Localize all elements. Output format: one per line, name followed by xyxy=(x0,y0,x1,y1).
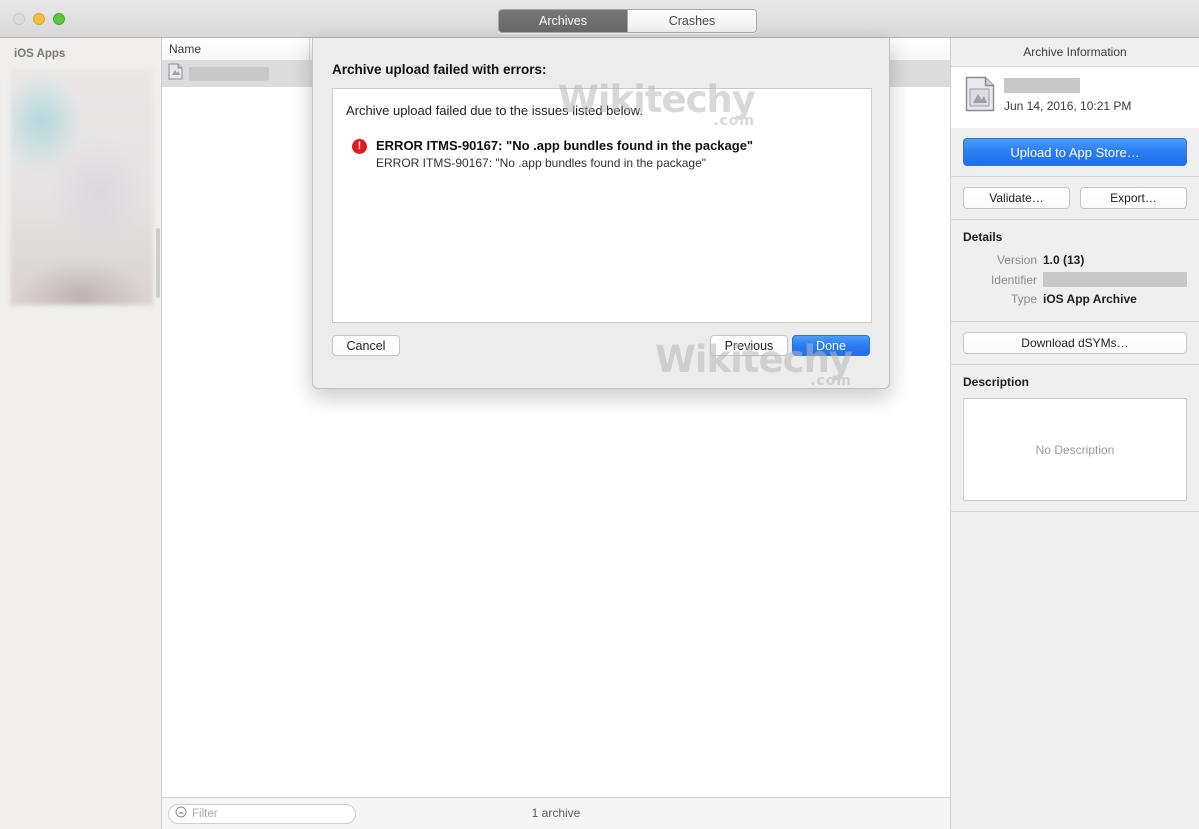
minimize-window-button[interactable] xyxy=(33,13,45,25)
details-block: Details Version 1.0 (13) Identifier Type… xyxy=(951,220,1199,322)
view-tab-switcher: Archives Crashes xyxy=(498,9,757,33)
issue-detail: ERROR ITMS-90167: "No .app bundles found… xyxy=(376,156,753,170)
xcode-organizer-window: Archives Crashes iOS Apps Name xyxy=(0,0,1199,829)
issue-item[interactable]: ! ERROR ITMS-90167: "No .app bundles fou… xyxy=(352,138,753,170)
detail-row-identifier: Identifier xyxy=(963,272,1187,287)
column-header-name: Name xyxy=(169,42,201,56)
cancel-button[interactable]: Cancel xyxy=(332,335,400,356)
detail-value: 1.0 (13) xyxy=(1043,253,1084,267)
archive-summary: Jun 14, 2016, 10:21 PM xyxy=(951,67,1199,128)
tab-archives[interactable]: Archives xyxy=(499,10,628,32)
detail-row-type: Type iOS App Archive xyxy=(963,292,1187,306)
tab-archives-label: Archives xyxy=(539,14,587,28)
issue-headline: ERROR ITMS-90167: "No .app bundles found… xyxy=(376,138,753,153)
tab-crashes[interactable]: Crashes xyxy=(628,10,756,32)
archive-document-icon xyxy=(168,63,183,85)
archive-count-label: 1 archive xyxy=(162,806,950,820)
description-block: Description No Description xyxy=(951,365,1199,512)
detail-value: iOS App Archive xyxy=(1043,292,1137,306)
validate-export-row: Validate… Export… xyxy=(963,187,1187,209)
issue-text: ERROR ITMS-90167: "No .app bundles found… xyxy=(376,138,753,170)
description-title: Description xyxy=(963,375,1187,389)
done-button[interactable]: Done xyxy=(792,335,870,356)
app-thumbnail-redacted[interactable] xyxy=(10,70,153,305)
archive-date: Jun 14, 2016, 10:21 PM xyxy=(1004,99,1131,113)
issues-list[interactable]: Archive upload failed due to the issues … xyxy=(332,88,872,323)
dialog-footer: Cancel Previous Done xyxy=(313,326,889,388)
traffic-light-controls xyxy=(13,13,65,25)
detail-label: Version xyxy=(963,253,1043,267)
upload-error-dialog: Archive upload failed with errors: Archi… xyxy=(312,38,890,389)
close-window-button[interactable] xyxy=(13,13,25,25)
tab-crashes-label: Crashes xyxy=(669,14,716,28)
export-button[interactable]: Export… xyxy=(1080,187,1187,209)
inspector-title: Archive Information xyxy=(951,38,1199,67)
dialog-title: Archive upload failed with errors: xyxy=(332,62,547,77)
dsyms-block: Download dSYMs… xyxy=(951,322,1199,365)
validate-export-block: Validate… Export… xyxy=(951,177,1199,220)
error-exclamation-icon: ! xyxy=(352,139,367,154)
detail-label: Identifier xyxy=(963,273,1043,287)
sidebar-scrollbar[interactable] xyxy=(155,38,161,829)
detail-row-version: Version 1.0 (13) xyxy=(963,253,1187,267)
download-dsyms-button[interactable]: Download dSYMs… xyxy=(963,332,1187,354)
zoom-window-button[interactable] xyxy=(53,13,65,25)
upload-block: Upload to App Store… xyxy=(951,128,1199,177)
identifier-value-redacted xyxy=(1043,272,1187,287)
description-field[interactable]: No Description xyxy=(963,398,1187,501)
previous-button[interactable]: Previous xyxy=(710,335,788,356)
validate-button[interactable]: Validate… xyxy=(963,187,1070,209)
list-status-bar: Filter 1 archive xyxy=(162,797,950,829)
column-divider[interactable] xyxy=(309,38,310,61)
archive-name-redacted xyxy=(189,67,269,81)
description-placeholder: No Description xyxy=(1036,443,1115,457)
left-sidebar: iOS Apps xyxy=(0,38,162,829)
upload-to-app-store-button[interactable]: Upload to App Store… xyxy=(963,138,1187,166)
archive-meta: Jun 14, 2016, 10:21 PM xyxy=(1004,76,1131,113)
archive-information-inspector: Archive Information Jun 14, 2016, 10:21 … xyxy=(951,38,1199,829)
archive-document-icon xyxy=(965,76,995,117)
archive-name-redacted xyxy=(1004,78,1080,93)
sidebar-section-header: iOS Apps xyxy=(0,38,161,66)
dialog-intro-text: Archive upload failed due to the issues … xyxy=(346,103,643,118)
details-title: Details xyxy=(963,230,1187,244)
window-titlebar: Archives Crashes xyxy=(0,0,1199,38)
sidebar-scrollbar-thumb[interactable] xyxy=(156,228,160,298)
detail-label: Type xyxy=(963,292,1043,306)
